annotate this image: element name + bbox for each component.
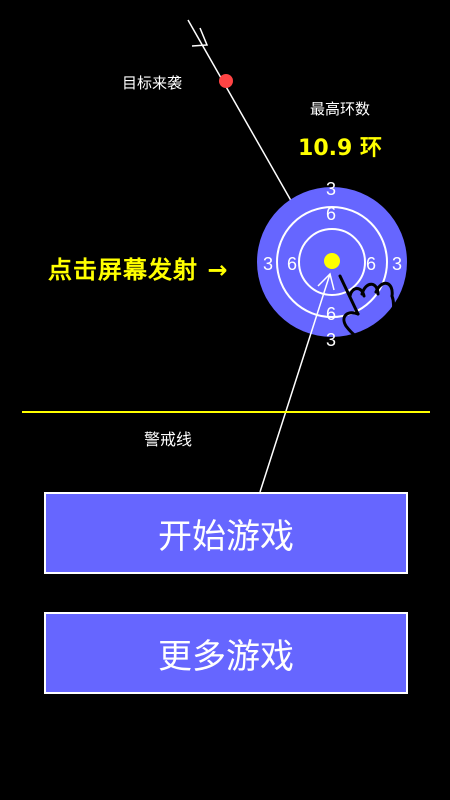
ring-number: 3 bbox=[392, 254, 402, 274]
best-score-value: 10.9 环 bbox=[298, 136, 382, 161]
best-score-label: 最高环数 bbox=[309, 100, 370, 118]
ring-number: 3 bbox=[263, 254, 273, 274]
incoming-target-dot bbox=[219, 74, 233, 88]
incoming-target-label: 目标来袭 bbox=[122, 74, 183, 92]
target-board[interactable]: 3 6 3 6 6 3 6 3 bbox=[257, 179, 407, 350]
bullseye bbox=[324, 253, 340, 269]
tap-to-fire-hint: 点击屏幕发射 → bbox=[48, 256, 229, 284]
warning-line-label: 警戒线 bbox=[144, 430, 193, 449]
more-games-button[interactable]: 更多游戏 bbox=[44, 612, 408, 694]
ring-number: 6 bbox=[366, 254, 376, 274]
ring-number: 3 bbox=[326, 179, 336, 199]
ring-number: 6 bbox=[287, 254, 297, 274]
ring-number: 6 bbox=[326, 304, 336, 324]
start-game-button[interactable]: 开始游戏 bbox=[44, 492, 408, 574]
ring-number: 3 bbox=[326, 330, 336, 350]
ring-number: 6 bbox=[326, 204, 336, 224]
